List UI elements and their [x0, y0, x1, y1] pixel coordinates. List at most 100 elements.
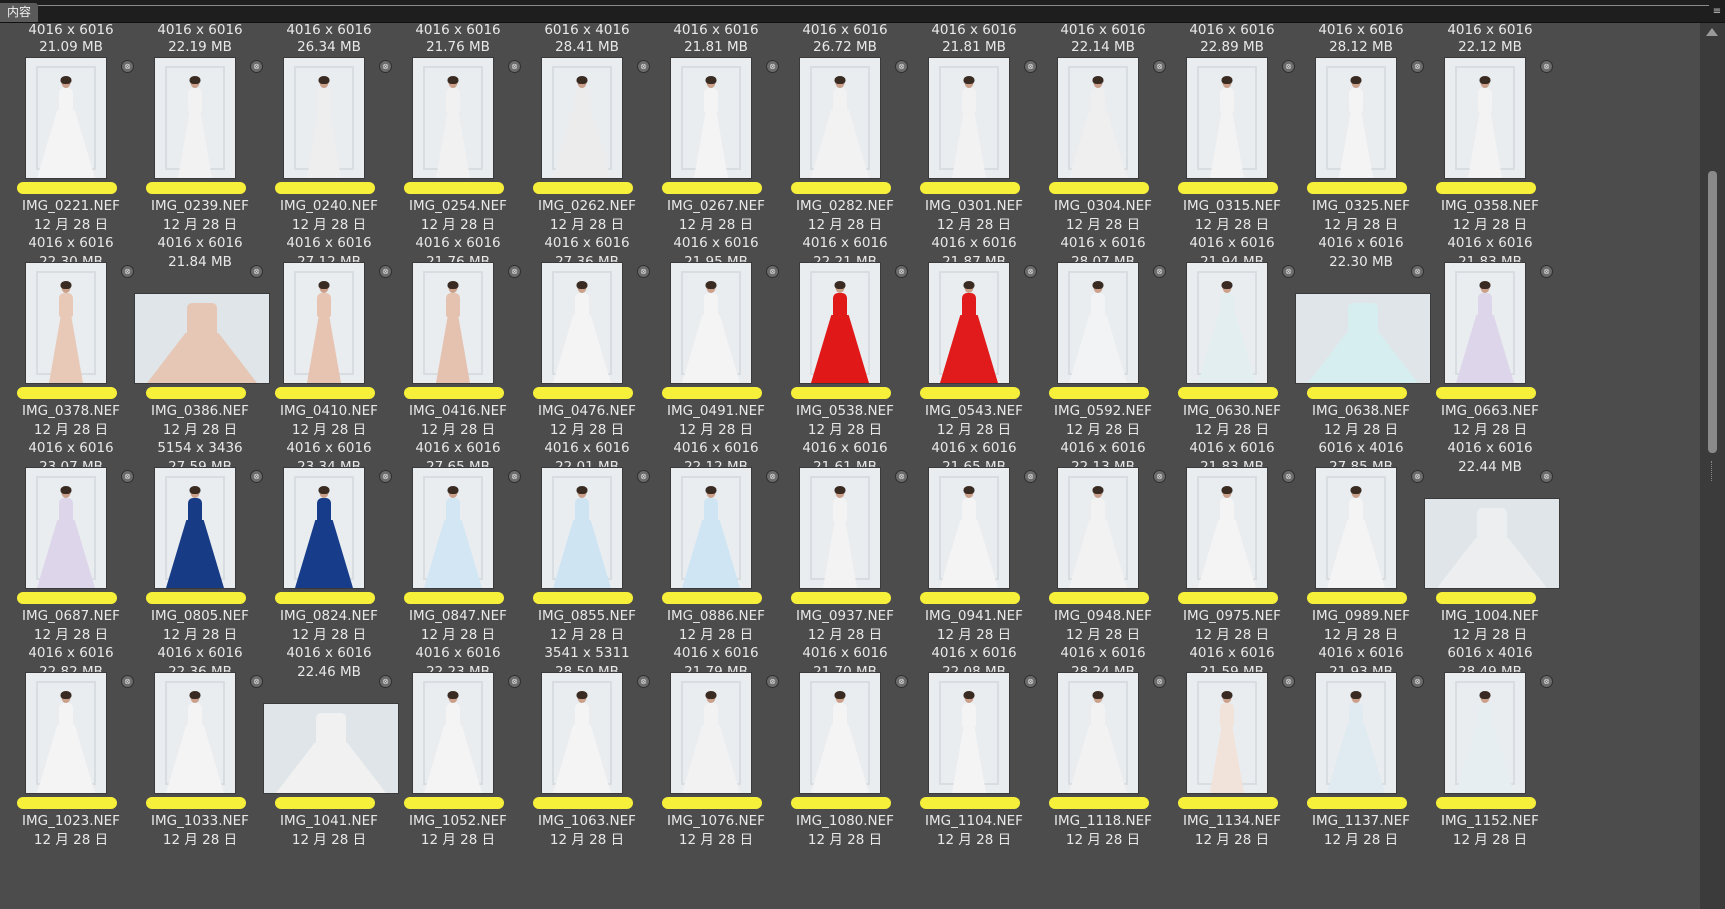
thumbnail-image-area[interactable]: ⊗ [129, 263, 271, 387]
thumbnail-cell[interactable]: ⊗ IMG_0975.NEF 12 月 28 日 4016 x 6016 21.59 M… [1161, 468, 1303, 680]
photo-thumbnail[interactable] [929, 58, 1009, 178]
thumbnail-cell[interactable]: ⊗ IMG_1076.NEF 12 月 28 日 [645, 673, 787, 878]
thumbnail-cell[interactable]: ⊗ IMG_0630.NEF 12 月 28 日 4016 x 6016 21.83 M… [1161, 263, 1303, 475]
photo-thumbnail[interactable] [1187, 468, 1267, 588]
thumbnail-cell[interactable]: ⊗ IMG_0948.NEF 12 月 28 日 4016 x 6016 28.24 M… [1032, 468, 1174, 680]
thumbnail-image-area[interactable]: ⊗ [0, 468, 142, 592]
vertical-scrollbar[interactable] [1700, 23, 1725, 909]
thumbnail-image-area[interactable]: ⊗ [516, 673, 658, 797]
thumbnail-cell[interactable]: ⊗ IMG_0491.NEF 12 月 28 日 4016 x 6016 22.12 M… [645, 263, 787, 475]
scroll-up-arrow-icon[interactable] [1706, 28, 1718, 36]
thumbnail-cell[interactable]: ⊗ IMG_0304.NEF 12 月 28 日 4016 x 6016 28.07 M… [1032, 58, 1174, 270]
thumbnail-image-area[interactable]: ⊗ [1032, 58, 1174, 182]
thumbnail-image-area[interactable]: ⊗ [645, 468, 787, 592]
photo-thumbnail[interactable] [542, 263, 622, 383]
partial-cell[interactable]: 4016 x 6016 22.89 MB [1161, 23, 1303, 56]
thumbnail-cell[interactable]: ⊗ IMG_0254.NEF 12 月 28 日 4016 x 6016 21.76 M… [387, 58, 529, 270]
thumbnail-cell[interactable]: ⊗ IMG_0221.NEF 12 月 28 日 4016 x 6016 22.30 M… [0, 58, 142, 270]
thumbnail-image-area[interactable]: ⊗ [1161, 263, 1303, 387]
thumbnail-cell[interactable]: ⊗ IMG_1052.NEF 12 月 28 日 [387, 673, 529, 878]
photo-thumbnail[interactable] [671, 468, 751, 588]
photo-thumbnail[interactable] [1445, 263, 1525, 383]
partial-cell[interactable]: 4016 x 6016 22.12 MB [1419, 23, 1561, 56]
photo-thumbnail[interactable] [1316, 468, 1396, 588]
thumbnail-image-area[interactable]: ⊗ [258, 58, 400, 182]
thumbnail-cell[interactable]: ⊗ IMG_0315.NEF 12 月 28 日 4016 x 6016 21.94 M… [1161, 58, 1303, 270]
scroll-thumb[interactable] [1708, 171, 1717, 453]
photo-thumbnail[interactable] [800, 673, 880, 793]
thumbnail-cell[interactable]: ⊗ IMG_0663.NEF 12 月 28 日 4016 x 6016 22.44 M… [1419, 263, 1561, 475]
photo-thumbnail[interactable] [1058, 468, 1138, 588]
photo-thumbnail[interactable] [284, 58, 364, 178]
thumbnail-image-area[interactable]: ⊗ [1032, 468, 1174, 592]
thumbnail-cell[interactable]: ⊗ IMG_0282.NEF 12 月 28 日 4016 x 6016 22.21 M… [774, 58, 916, 270]
partial-cell[interactable]: 6016 x 4016 28.41 MB [516, 23, 658, 56]
partial-cell[interactable]: 4016 x 6016 26.34 MB [258, 23, 400, 56]
thumbnail-image-area[interactable]: ⊗ [0, 263, 142, 387]
thumbnail-cell[interactable]: ⊗ IMG_1063.NEF 12 月 28 日 [516, 673, 658, 878]
thumbnail-image-area[interactable]: ⊗ [774, 58, 916, 182]
photo-thumbnail[interactable] [284, 468, 364, 588]
thumbnail-image-area[interactable]: ⊗ [903, 58, 1045, 182]
thumbnail-image-area[interactable]: ⊗ [387, 58, 529, 182]
thumbnail-image-area[interactable]: ⊗ [903, 673, 1045, 797]
thumbnail-cell[interactable]: ⊗ IMG_0941.NEF 12 月 28 日 4016 x 6016 22.08 M… [903, 468, 1045, 680]
thumbnail-image-area[interactable]: ⊗ [387, 673, 529, 797]
thumbnail-image-area[interactable]: ⊗ [387, 468, 529, 592]
thumbnail-cell[interactable]: ⊗ IMG_0638.NEF 12 月 28 日 6016 x 4016 27.85 M… [1290, 263, 1432, 475]
thumbnail-image-area[interactable]: ⊗ [1161, 58, 1303, 182]
photo-thumbnail[interactable] [671, 263, 751, 383]
photo-thumbnail[interactable] [542, 58, 622, 178]
thumbnail-cell[interactable]: ⊗ IMG_1104.NEF 12 月 28 日 [903, 673, 1045, 878]
photo-thumbnail[interactable] [155, 468, 235, 588]
thumbnail-cell[interactable]: ⊗ IMG_0989.NEF 12 月 28 日 4016 x 6016 21.93 M… [1290, 468, 1432, 680]
photo-thumbnail[interactable] [155, 673, 235, 793]
photo-thumbnail[interactable] [26, 673, 106, 793]
partial-cell[interactable]: 4016 x 6016 21.81 MB [903, 23, 1045, 56]
thumbnail-image-area[interactable]: ⊗ [774, 263, 916, 387]
partial-cell[interactable]: 4016 x 6016 21.09 MB [0, 23, 142, 56]
photo-thumbnail[interactable] [1425, 499, 1559, 588]
thumbnail-image-area[interactable]: ⊗ [129, 58, 271, 182]
thumbnail-cell[interactable]: ⊗ IMG_0410.NEF 12 月 28 日 4016 x 6016 23.34 M… [258, 263, 400, 475]
photo-thumbnail[interactable] [1445, 58, 1525, 178]
thumbnail-cell[interactable]: ⊗ IMG_0855.NEF 12 月 28 日 3541 x 5311 28.50 M… [516, 468, 658, 680]
thumbnail-image-area[interactable]: ⊗ [1290, 468, 1432, 592]
thumbnail-image-area[interactable]: ⊗ [774, 673, 916, 797]
thumbnail-image-area[interactable]: ⊗ [645, 673, 787, 797]
thumbnail-cell[interactable]: ⊗ IMG_1118.NEF 12 月 28 日 [1032, 673, 1174, 878]
thumbnail-cell[interactable]: ⊗ IMG_0543.NEF 12 月 28 日 4016 x 6016 21.65 M… [903, 263, 1045, 475]
thumbnail-image-area[interactable]: ⊗ [0, 58, 142, 182]
thumbnail-image-area[interactable]: ⊗ [1419, 58, 1561, 182]
thumbnail-image-area[interactable]: ⊗ [516, 468, 658, 592]
photo-thumbnail[interactable] [671, 673, 751, 793]
photo-thumbnail[interactable] [1316, 673, 1396, 793]
thumbnail-image-area[interactable]: ⊗ [1161, 673, 1303, 797]
photo-thumbnail[interactable] [929, 673, 1009, 793]
thumbnail-cell[interactable]: ⊗ IMG_0386.NEF 12 月 28 日 5154 x 3436 27.59 M… [129, 263, 271, 475]
thumbnail-image-area[interactable]: ⊗ [1161, 468, 1303, 592]
partial-cell[interactable]: 4016 x 6016 22.14 MB [1032, 23, 1174, 56]
tab-content[interactable]: 内容 [0, 3, 38, 22]
photo-thumbnail[interactable] [413, 263, 493, 383]
thumbnail-cell[interactable]: ⊗ IMG_1004.NEF 12 月 28 日 6016 x 4016 28.49 M… [1419, 468, 1561, 680]
photo-thumbnail[interactable] [284, 263, 364, 383]
thumbnail-image-area[interactable]: ⊗ [645, 263, 787, 387]
thumbnail-cell[interactable]: ⊗ IMG_0240.NEF 12 月 28 日 4016 x 6016 27.12 M… [258, 58, 400, 270]
partial-cell[interactable]: 4016 x 6016 21.76 MB [387, 23, 529, 56]
photo-thumbnail[interactable] [413, 673, 493, 793]
photo-thumbnail[interactable] [542, 673, 622, 793]
thumbnail-cell[interactable]: ⊗ IMG_0937.NEF 12 月 28 日 4016 x 6016 21.70 M… [774, 468, 916, 680]
thumbnail-cell[interactable]: ⊗ IMG_1023.NEF 12 月 28 日 [0, 673, 142, 878]
photo-thumbnail[interactable] [929, 263, 1009, 383]
photo-thumbnail[interactable] [1058, 58, 1138, 178]
partial-cell[interactable]: 4016 x 6016 28.12 MB [1290, 23, 1432, 56]
photo-thumbnail[interactable] [929, 468, 1009, 588]
thumbnail-cell[interactable]: ⊗ IMG_1134.NEF 12 月 28 日 [1161, 673, 1303, 878]
photo-thumbnail[interactable] [264, 704, 398, 793]
thumbnail-image-area[interactable]: ⊗ [129, 673, 271, 797]
thumbnail-cell[interactable]: ⊗ IMG_1033.NEF 12 月 28 日 [129, 673, 271, 878]
thumbnail-cell[interactable]: ⊗ IMG_1041.NEF 12 月 28 日 [258, 673, 400, 878]
thumbnail-cell[interactable]: ⊗ IMG_0378.NEF 12 月 28 日 4016 x 6016 23.07 M… [0, 263, 142, 475]
thumbnail-cell[interactable]: ⊗ IMG_0592.NEF 12 月 28 日 4016 x 6016 22.13 M… [1032, 263, 1174, 475]
